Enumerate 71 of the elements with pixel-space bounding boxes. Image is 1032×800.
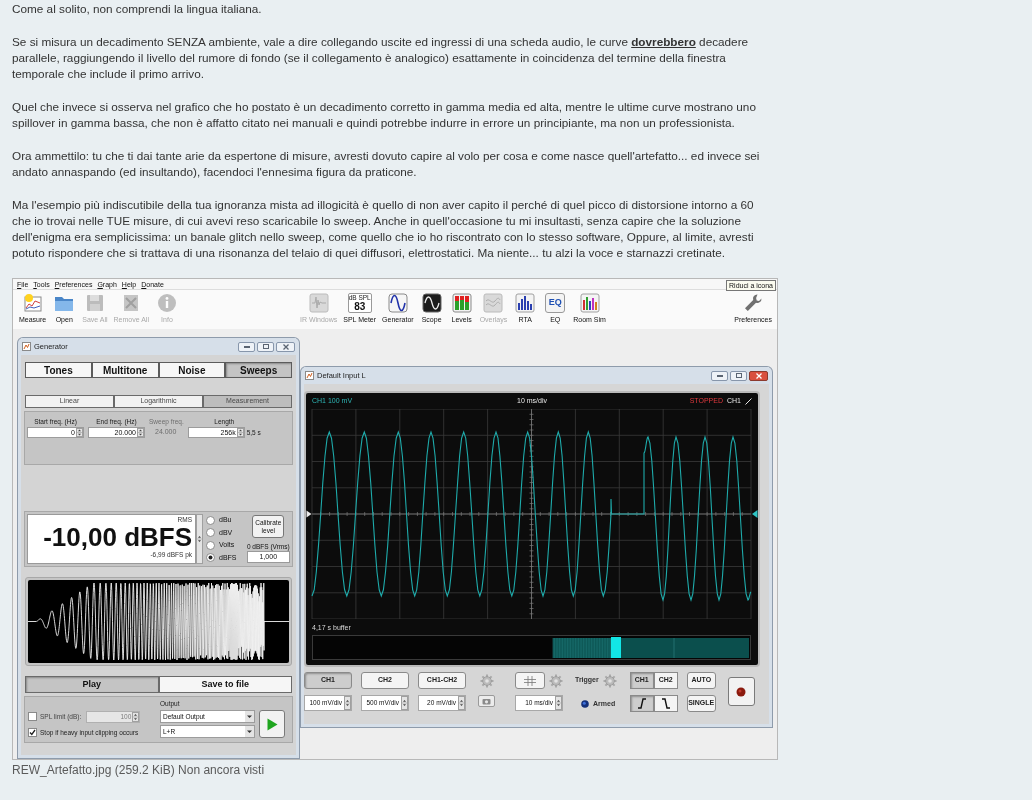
bar-chart-icon bbox=[579, 293, 600, 313]
slope-button[interactable] bbox=[629, 695, 654, 712]
post-paragraph: Quel che invece si osserva nel grafico che ho postato è un decadimento corretto in gamma media ed alta, mentre le ultime curve mostrano uno spillover in gamma bassa, che non è affatto citato nei manuali e quindi potrebbe indurre in errore un principiante, ma non un professionista. bbox=[12, 99, 757, 131]
post-paragraph: Ma l'esempio più indiscutibile della tua ignoranza mista ad illogicità è quello di non aver capito il perché di quel picco di distorsione intorno a 60 che io trovai nelle TUE misure, di cui avevi reso scaricabile lo sweep. Anche in quell'occasione tu mi insultasti, senza capire che la soluzione dell'enigma era semplicissima: un banale glitch nello sweep, come quello che io ho riscontrato con lo stesso software, Oppure, al limite, avresti potuto rispondere che si trattava di una risonanza del telaio di quei diffusori, elettrostatici. Ma niente... tu alzi la voce e starnazzi cretinate. bbox=[12, 197, 755, 261]
sine-wave-icon bbox=[387, 293, 408, 313]
status-dot-icon bbox=[581, 700, 589, 708]
triangle-marker-icon bbox=[752, 510, 758, 518]
attachment-caption: REW_Artefatto.jpg (259.2 KiB) Non ancora visti bbox=[12, 762, 265, 778]
tab[interactable]: Multitone bbox=[91, 362, 159, 378]
app-icon bbox=[305, 371, 314, 380]
bar-chart-icon bbox=[515, 293, 536, 313]
level-readout: -10,00 dBFS bbox=[43, 524, 192, 551]
wrench-icon bbox=[743, 293, 764, 313]
close-icon bbox=[755, 372, 762, 379]
tab[interactable]: Play bbox=[25, 676, 159, 693]
buffer-position-marker[interactable] bbox=[611, 637, 621, 658]
slope-button[interactable] bbox=[653, 695, 678, 712]
minimize-icon bbox=[243, 345, 250, 348]
rising-edge-icon bbox=[636, 698, 647, 709]
post-paragraph: Come al solito, non comprendi la lingua italiana. bbox=[12, 1, 263, 17]
grid-icon bbox=[524, 675, 536, 686]
eq-logo: EQ bbox=[545, 293, 566, 313]
radio-button[interactable] bbox=[206, 540, 215, 550]
tab[interactable]: Save to file bbox=[158, 676, 292, 693]
tab[interactable]: Noise bbox=[158, 362, 226, 378]
close-button[interactable] bbox=[276, 341, 295, 352]
radio-button[interactable] bbox=[206, 553, 215, 563]
maximize-button[interactable] bbox=[257, 341, 274, 352]
info-icon bbox=[156, 293, 177, 313]
floppy-icon bbox=[84, 293, 105, 313]
spinner-arrows-icon[interactable] bbox=[344, 696, 351, 710]
spinner-arrows-icon[interactable] bbox=[236, 428, 244, 437]
app-icon bbox=[22, 342, 31, 351]
post-paragraph: Se si misura un decadimento SENZA ambiente, vale a dire collegando uscite ed ingressi di una scheda audio, le curve dovrebbero decadere parallele, raggiungendo il livello del rumore di fondo (se il collegamento è analogico) esattamente in coincidenza del termine della finestra temporale che include il primo arrivo. bbox=[12, 34, 750, 82]
maximize-icon bbox=[262, 344, 269, 349]
spinner-arrows-icon[interactable] bbox=[401, 696, 408, 710]
maximize-icon bbox=[735, 373, 742, 378]
tab[interactable]: Tones bbox=[25, 362, 92, 378]
spinner-arrows-icon[interactable] bbox=[555, 696, 562, 710]
falling-edge-icon bbox=[660, 698, 671, 709]
waveform-tile-icon bbox=[308, 293, 329, 313]
spinner-arrows-icon[interactable] bbox=[132, 711, 140, 722]
minimize-button[interactable] bbox=[238, 341, 255, 352]
triangle-marker-icon bbox=[306, 510, 312, 518]
chart-icon bbox=[22, 293, 43, 313]
radio-button[interactable] bbox=[206, 528, 215, 538]
close-icon bbox=[282, 343, 289, 350]
record-button[interactable] bbox=[727, 677, 755, 706]
camera-button[interactable] bbox=[478, 695, 495, 707]
overlay-waves-icon bbox=[483, 293, 504, 313]
spinner-arrows-icon[interactable] bbox=[137, 428, 144, 437]
checkbox[interactable] bbox=[28, 728, 37, 737]
play-icon bbox=[266, 717, 278, 731]
spinner-arrows-icon[interactable] bbox=[458, 696, 465, 710]
radio-button[interactable] bbox=[206, 515, 215, 525]
level-meter-icon bbox=[451, 293, 472, 313]
buffer-overview[interactable] bbox=[312, 635, 751, 660]
camera-icon bbox=[482, 697, 491, 705]
minimize-icon bbox=[716, 374, 723, 377]
minimize-button[interactable] bbox=[711, 370, 728, 381]
meter-reading: 83 bbox=[354, 301, 366, 312]
grid-button[interactable] bbox=[515, 672, 545, 689]
record-icon bbox=[736, 686, 747, 697]
maximize-button[interactable] bbox=[730, 370, 747, 381]
tab[interactable]: Sweeps bbox=[225, 362, 292, 378]
post-paragraph: Ora ammettilo: tu che ti dai tante arie da espertone di misure, avresti dovuto capire al volo per cosa e come nasce quell'artefatto... ed invece sei andato annaspando (ed insultando), facendoci l'ennesima figura da praticone. bbox=[12, 148, 761, 180]
checkbox[interactable] bbox=[28, 712, 37, 721]
play-button[interactable] bbox=[259, 710, 285, 738]
close-button[interactable] bbox=[749, 370, 768, 381]
oscilloscope-icon bbox=[421, 293, 442, 313]
spinner-arrows-icon[interactable] bbox=[76, 428, 83, 437]
